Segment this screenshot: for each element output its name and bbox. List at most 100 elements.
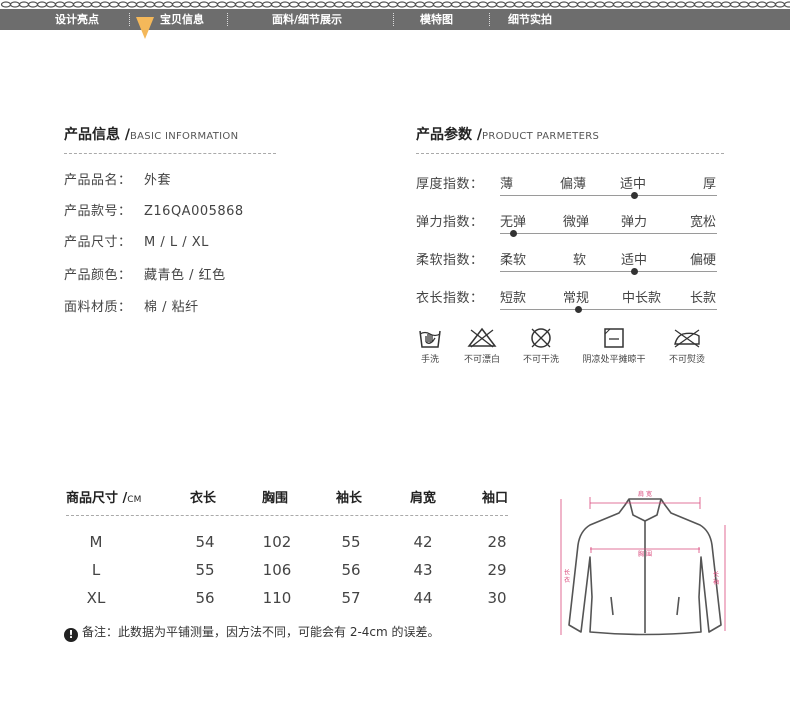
chain-link [684, 1, 696, 8]
basic-info-title: 产品信息 /BASIC INFORMATION [64, 124, 238, 144]
chain-link [450, 1, 462, 8]
param-selected-dot [510, 230, 517, 237]
info-value: Z16QA005868 [144, 204, 244, 219]
chain-link [45, 1, 57, 8]
param-label: 弹力指数： [416, 215, 484, 230]
param-option: 微弹 [563, 215, 590, 230]
chain-link [387, 1, 399, 8]
param-option: 常规 [563, 291, 590, 306]
size-value-cell: 28 [487, 533, 507, 551]
chain-link [153, 1, 165, 8]
size-table-header: 肩宽 [410, 491, 437, 506]
param-option: 厚 [703, 177, 717, 192]
care-label: 不可熨烫 [668, 355, 705, 365]
decorative-chain-border [0, 0, 790, 9]
nav-separator [393, 13, 394, 26]
basic-info-title-en: BASIC INFORMATION [130, 131, 239, 142]
chain-link [90, 1, 102, 8]
param-label: 柔软指数： [416, 253, 484, 268]
chain-link [495, 1, 507, 8]
param-option: 无弹 [500, 215, 527, 230]
chain-link [765, 1, 777, 8]
chain-link [198, 1, 210, 8]
param-option: 薄 [500, 177, 514, 192]
info-row-size: 产品尺寸： M / L / XL [64, 231, 209, 250]
param-option: 中长款 [622, 291, 662, 306]
chain-link [333, 1, 345, 8]
chain-link [585, 1, 597, 8]
chain-link [135, 1, 147, 8]
size-table-header: 衣长 [190, 491, 217, 506]
size-value-cell: 57 [341, 589, 361, 607]
nav-item-detail-photos[interactable]: 细节实拍 [508, 9, 552, 30]
info-label: 面料材质： [64, 300, 132, 315]
chain-link [81, 1, 93, 8]
chain-link [36, 1, 48, 8]
chain-link [378, 1, 390, 8]
param-scale-line [500, 271, 717, 272]
chain-link [774, 1, 786, 8]
info-value: 棉 / 粘纤 [144, 300, 199, 315]
chain-link [396, 1, 408, 8]
dry-flat-shade-icon [604, 328, 624, 348]
measurement-note: ! 备注：此数据为平铺测量，因方法不同，可能会有 2-4cm 的误差。 [64, 623, 440, 642]
chain-link [207, 1, 219, 8]
chain-link [99, 1, 111, 8]
nav-item-fabric-details[interactable]: 面料/细节展示 [272, 9, 342, 30]
chain-link [288, 1, 300, 8]
nav-item-design-highlights[interactable]: 设计亮点 [55, 9, 99, 30]
size-cell: XL [86, 589, 106, 607]
chain-link [234, 1, 246, 8]
size-value-cell: 102 [262, 533, 292, 551]
chain-link [9, 1, 21, 8]
chain-link [108, 1, 120, 8]
warning-icon: ! [64, 628, 78, 642]
basic-info-title-cn: 产品信息 / [64, 127, 130, 143]
chain-link [738, 1, 750, 8]
param-label: 衣长指数： [416, 291, 484, 306]
param-option: 弹力 [621, 215, 648, 230]
chain-link [162, 1, 174, 8]
param-option: 长款 [690, 291, 717, 306]
param-selected-dot [631, 192, 638, 199]
size-table-header-size: 商品尺寸 /CM [66, 487, 141, 506]
product-params-title-cn: 产品参数 / [416, 127, 482, 143]
chain-link [297, 1, 309, 8]
chain-link [639, 1, 651, 8]
nav-item-product-info[interactable]: 宝贝信息 [160, 9, 204, 30]
nav-separator [129, 13, 130, 26]
info-label: 产品颜色： [64, 268, 132, 283]
size-table-header: 袖口 [482, 491, 509, 506]
chain-link [126, 1, 138, 8]
chain-link [657, 1, 669, 8]
info-value: M / L / XL [144, 235, 209, 250]
care-no-iron: 不可熨烫 [664, 326, 710, 365]
jacket-measurement-diagram: 肩 宽 胸 围 长 衣 长 袖 [560, 490, 726, 636]
care-no-bleach: 不可漂白 [459, 326, 505, 365]
chain-link [243, 1, 255, 8]
nav-item-model-photos[interactable]: 模特图 [420, 9, 453, 30]
chain-link [675, 1, 687, 8]
size-value-cell: 55 [195, 561, 215, 579]
chest-label: 胸 围 [638, 550, 652, 558]
info-value: 外套 [144, 173, 172, 188]
size-value-cell: 110 [262, 589, 292, 607]
param-option: 适中 [621, 253, 648, 268]
chain-link [693, 1, 705, 8]
chain-link [621, 1, 633, 8]
param-option: 适中 [620, 177, 647, 192]
nav-separator [227, 13, 228, 26]
size-value-cell: 56 [341, 561, 361, 579]
size-value-cell: 42 [413, 533, 433, 551]
param-option: 偏硬 [690, 253, 717, 268]
chain-link [432, 1, 444, 8]
chain-link [459, 1, 471, 8]
chain-link [576, 1, 588, 8]
chain-link [306, 1, 318, 8]
param-selected-dot [631, 268, 638, 275]
info-row-sku: 产品款号： Z16QA005868 [64, 200, 244, 219]
chain-link [468, 1, 480, 8]
chain-link [54, 1, 66, 8]
sleeve-length-label: 长 袖 [712, 570, 719, 586]
chain-link [783, 1, 790, 8]
